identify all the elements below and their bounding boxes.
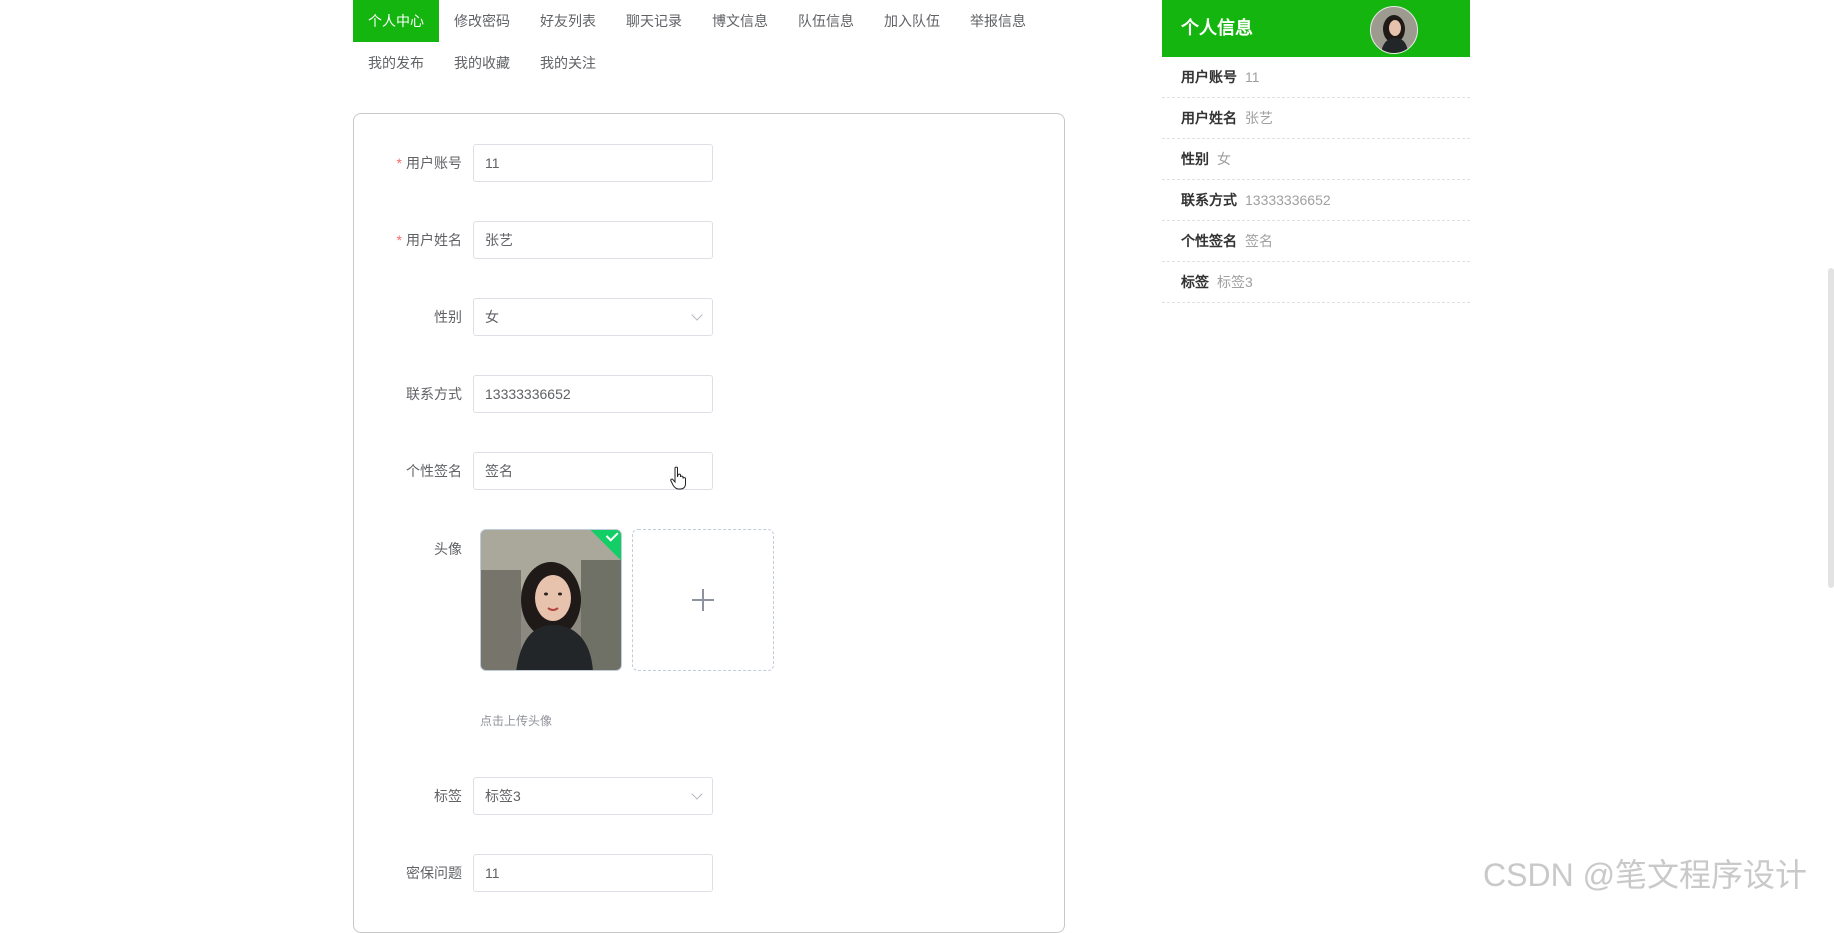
gender-select-input[interactable] [473, 298, 713, 336]
tag-select-input[interactable] [473, 777, 713, 815]
tab-my-posts[interactable]: 我的发布 [353, 42, 439, 84]
tab-team-info[interactable]: 队伍信息 [783, 0, 869, 42]
account-label: * 用户账号 [396, 155, 462, 171]
form-item-gender: 性别 [354, 298, 713, 336]
form-item-signature: 个性签名 [354, 452, 713, 490]
info-row-tag: 标签 标签3 [1162, 262, 1470, 303]
watermark: CSDN @笔文程序设计 [1483, 857, 1808, 893]
tab-row-secondary: 我的发布 我的收藏 我的关注 [353, 42, 1073, 84]
info-row-gender: 性别女 [1162, 139, 1470, 180]
panel-title: 个人信息 [1181, 18, 1253, 38]
avatar-upload-tip: 点击上传头像 [480, 714, 553, 728]
form-item-name: * 用户姓名 [354, 221, 713, 259]
phone-input[interactable] [473, 375, 713, 413]
avatar-photo [481, 530, 621, 670]
tab-chat-records[interactable]: 聊天记录 [611, 0, 697, 42]
tab-change-password[interactable]: 修改密码 [439, 0, 525, 42]
info-row-name: 用户姓名 张艺 [1162, 98, 1470, 139]
security-question-input[interactable] [473, 854, 713, 892]
info-row-signature: 个性签名 签名 [1162, 221, 1470, 262]
info-key: 用户姓名 [1181, 110, 1237, 126]
form-item-tag: 标签 [354, 777, 713, 815]
user-center-tabs: 个人中心 修改密码 好友列表 聊天记录 博文信息 队伍信息 加入队伍 举报信息 … [353, 0, 1073, 84]
avatar-label: 头像 [434, 541, 462, 557]
info-value: 13333336652 [1245, 192, 1331, 208]
info-row-phone: 联系方式 13333336652 [1162, 180, 1470, 221]
tab-personal-center[interactable]: 个人中心 [353, 0, 439, 42]
hand-pointer-icon [670, 466, 686, 490]
tab-blog-info[interactable]: 博文信息 [697, 0, 783, 42]
phone-label: 联系方式 [406, 386, 462, 402]
panel-header: 个人信息 [1162, 0, 1470, 57]
info-value: 签名 [1245, 233, 1273, 249]
info-key: 标签 [1181, 274, 1209, 290]
info-row-account: 用户账号 11 [1162, 57, 1470, 98]
info-key: 个性签名 [1181, 233, 1237, 249]
info-key: 联系方式 [1181, 192, 1237, 208]
avatar-upload-button[interactable] [632, 529, 774, 671]
tab-join-team[interactable]: 加入队伍 [869, 0, 955, 42]
personal-info-panel: 个人信息 用户账号 11 用户姓名 张艺 性别女 联系方式 13333336652 个… [1162, 0, 1470, 303]
tab-row-primary: 个人中心 修改密码 好友列表 聊天记录 博文信息 队伍信息 加入队伍 举报信息 [353, 0, 1073, 42]
info-value: 标签3 [1217, 274, 1253, 290]
required-mark: * [396, 155, 402, 171]
security-question-label: 密保问题 [406, 865, 462, 881]
avatar-preview[interactable] [480, 529, 622, 671]
avatar [1370, 6, 1418, 54]
name-input[interactable] [473, 221, 713, 259]
plus-icon [692, 589, 714, 611]
info-value: 女 [1217, 151, 1231, 167]
check-icon [605, 530, 619, 542]
tab-friend-list[interactable]: 好友列表 [525, 0, 611, 42]
gender-label: 性别 [434, 309, 462, 325]
tab-report-info[interactable]: 举报信息 [955, 0, 1041, 42]
form-item-security-question: 密保问题 [354, 854, 713, 892]
tag-select[interactable] [473, 777, 713, 815]
form-item-account: * 用户账号 [354, 144, 713, 182]
account-input[interactable] [473, 144, 713, 182]
info-value: 张艺 [1245, 110, 1273, 126]
tab-my-favorites[interactable]: 我的收藏 [439, 42, 525, 84]
info-key: 用户账号 [1181, 69, 1237, 85]
gender-select[interactable] [473, 298, 713, 336]
name-label: * 用户姓名 [396, 232, 462, 248]
info-key: 性别 [1181, 151, 1209, 167]
required-mark: * [396, 232, 402, 248]
form-item-phone: 联系方式 [354, 375, 713, 413]
tab-my-follows[interactable]: 我的关注 [525, 42, 611, 84]
profile-form: *用户账号 *用户姓名 性别 联系方式 个性签名 头像 [353, 113, 1065, 933]
tag-label: 标签 [434, 788, 462, 804]
signature-label: 个性签名 [406, 463, 462, 479]
avatar-photo [1371, 7, 1417, 53]
info-value: 11 [1245, 69, 1260, 85]
page-scrollbar[interactable] [1828, 268, 1834, 588]
